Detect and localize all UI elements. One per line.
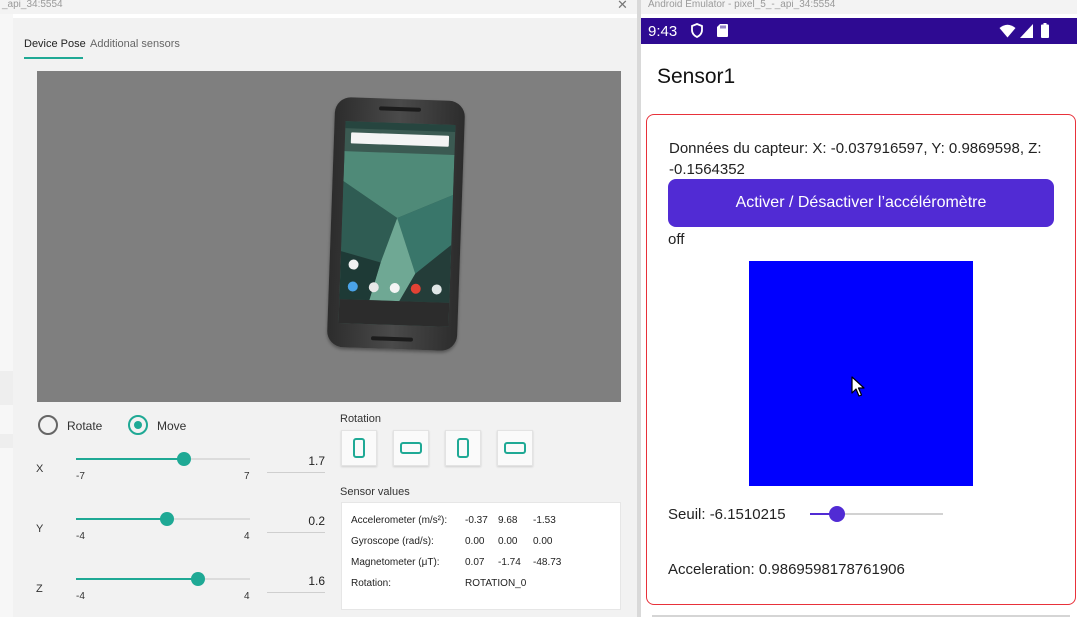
sensor-values-table: Accelerometer (m/s²): -0.37 9.68 -1.53 G… bbox=[341, 502, 621, 610]
accelerometer-state-label: off bbox=[668, 231, 685, 248]
threshold-slider-thumb[interactable] bbox=[828, 506, 845, 522]
y-value-field[interactable]: 0.2 bbox=[267, 514, 325, 533]
accelerometer-label: Accelerometer (m/s²): bbox=[351, 515, 448, 526]
z-slider-max: 4 bbox=[244, 591, 250, 602]
signal-icon bbox=[1020, 24, 1033, 38]
app-title: Sensor1 bbox=[657, 65, 736, 88]
gyroscope-z: 0.00 bbox=[533, 536, 553, 547]
move-label[interactable]: Move bbox=[157, 419, 186, 433]
acceleration-label: Acceleration: 0.9869598178761906 bbox=[668, 561, 905, 578]
phone-screen bbox=[338, 121, 456, 327]
sensor-values-label: Sensor values bbox=[340, 486, 410, 498]
rotation-value-label: Rotation: bbox=[351, 578, 392, 589]
z-slider-thumb[interactable] bbox=[190, 572, 205, 586]
reverse-landscape-icon bbox=[504, 442, 526, 454]
magnetometer-label: Magnetometer (μT): bbox=[351, 557, 440, 568]
shield-icon bbox=[691, 23, 703, 38]
rotate-landscape-button[interactable] bbox=[393, 430, 429, 466]
y-axis-label: Y bbox=[36, 523, 44, 535]
extended-controls-panel: Device Pose Additional sensors Rotate Mo… bbox=[13, 18, 637, 617]
rotate-label[interactable]: Rotate bbox=[67, 419, 102, 433]
screen: _api_34:5554 ✕ Device Pose Additional se… bbox=[0, 0, 1077, 617]
accelerometer-y: 9.68 bbox=[498, 515, 518, 526]
sd-card-icon bbox=[717, 24, 728, 37]
gyroscope-y: 0.00 bbox=[498, 536, 518, 547]
indicator-box bbox=[749, 261, 973, 486]
y-slider-min: -4 bbox=[76, 531, 85, 542]
extended-controls-title: _api_34:5554 bbox=[0, 0, 640, 14]
gyroscope-x: 0.00 bbox=[465, 536, 485, 547]
status-time: 9:43 bbox=[648, 23, 678, 40]
wifi-icon bbox=[999, 24, 1016, 38]
tab-additional-sensors[interactable]: Additional sensors bbox=[90, 38, 180, 50]
z-value-field[interactable]: 1.6 bbox=[267, 574, 325, 593]
z-slider-min: -4 bbox=[76, 591, 85, 602]
device-pose-viewport[interactable] bbox=[37, 71, 621, 402]
rotate-reverse-landscape-button[interactable] bbox=[497, 430, 533, 466]
active-tab-indicator bbox=[24, 57, 83, 59]
magnetometer-z: -48.73 bbox=[533, 557, 562, 568]
phone-nav-bar bbox=[338, 299, 450, 327]
x-slider[interactable] bbox=[76, 452, 250, 466]
sensor-data-label: Données du capteur: X: -0.037916597, Y: … bbox=[669, 140, 1042, 178]
android-status-bar: 9:43 bbox=[641, 18, 1077, 44]
rotate-reverse-portrait-button[interactable] bbox=[445, 430, 481, 466]
portrait-icon bbox=[353, 438, 365, 458]
threshold-label: Seuil: -6.1510215 bbox=[668, 506, 786, 523]
y-slider-thumb[interactable] bbox=[160, 512, 175, 526]
emulator-title: Android Emulator - pixel_5_-_api_34:5554 bbox=[641, 0, 1077, 14]
magnetometer-y: -1.74 bbox=[498, 557, 521, 568]
landscape-icon bbox=[400, 442, 422, 454]
tab-device-pose[interactable]: Device Pose bbox=[24, 38, 86, 50]
close-icon[interactable]: ✕ bbox=[617, 0, 628, 13]
rotation-value: ROTATION_0 bbox=[465, 578, 527, 589]
rotate-portrait-button[interactable] bbox=[341, 430, 377, 466]
y-slider-max: 4 bbox=[244, 531, 250, 542]
phone-model[interactable] bbox=[326, 96, 466, 352]
mouse-cursor-icon bbox=[851, 376, 865, 397]
reverse-portrait-icon bbox=[457, 438, 469, 458]
x-axis-label: X bbox=[36, 463, 44, 475]
x-slider-max: 7 bbox=[244, 471, 250, 482]
x-slider-thumb[interactable] bbox=[176, 452, 191, 466]
move-radio[interactable] bbox=[128, 415, 148, 435]
rotation-label: Rotation bbox=[340, 413, 381, 425]
rotate-radio[interactable] bbox=[38, 415, 58, 435]
gyroscope-label: Gyroscope (rad/s): bbox=[351, 536, 434, 547]
x-slider-min: -7 bbox=[76, 471, 85, 482]
window-divider bbox=[637, 0, 641, 617]
z-slider[interactable] bbox=[76, 572, 250, 586]
background-window-edge bbox=[0, 14, 13, 617]
battery-icon bbox=[1041, 23, 1049, 38]
z-axis-label: Z bbox=[36, 583, 43, 595]
x-value-field[interactable]: 1.7 bbox=[267, 454, 325, 473]
toggle-accelerometer-button[interactable]: Activer / Désactiver l’accéléromètre bbox=[668, 179, 1054, 227]
accelerometer-x: -0.37 bbox=[465, 515, 488, 526]
magnetometer-x: 0.07 bbox=[465, 557, 485, 568]
y-slider[interactable] bbox=[76, 512, 250, 526]
threshold-slider[interactable] bbox=[810, 506, 943, 522]
accelerometer-z: -1.53 bbox=[533, 515, 556, 526]
